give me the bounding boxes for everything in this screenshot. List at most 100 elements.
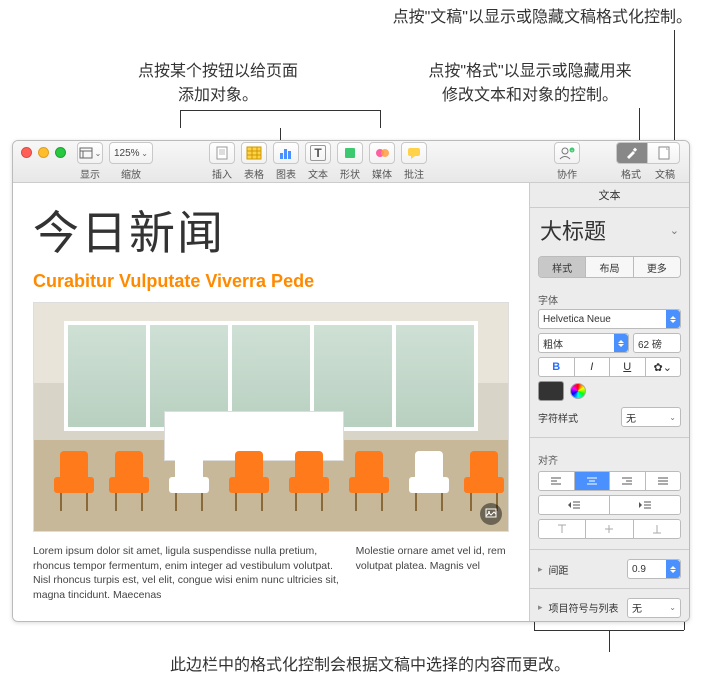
- text-color-swatch[interactable]: [538, 381, 564, 401]
- comment-label: 批注: [404, 166, 424, 181]
- shape-button[interactable]: [337, 142, 363, 164]
- bullets-row[interactable]: ▸ 项目符号与列表 无 ⌄: [530, 595, 689, 621]
- text-button[interactable]: T: [305, 142, 331, 164]
- image-chair: [229, 456, 269, 511]
- table-icon: [246, 146, 262, 160]
- maximize-button[interactable]: [55, 147, 66, 158]
- minimize-button[interactable]: [38, 147, 49, 158]
- valign-bot-icon: [652, 524, 662, 534]
- font-family-select[interactable]: Helvetica Neue: [538, 309, 681, 329]
- document-canvas[interactable]: 今日新闻 Curabitur Vulputate Viverra Pede: [13, 183, 529, 621]
- outdent-icon: [567, 500, 581, 510]
- paragraph-style-selector[interactable]: 大标题 ⌄: [530, 208, 689, 250]
- doc-body[interactable]: Lorem ipsum dolor sit amet, ligula suspe…: [33, 544, 509, 603]
- spacing-field[interactable]: 0.9: [627, 559, 681, 579]
- gear-icon: ✿⌄: [654, 361, 672, 374]
- collab-button[interactable]: +: [554, 142, 580, 164]
- indent-seg: [538, 495, 681, 515]
- zoom-label: 缩放: [121, 166, 141, 181]
- align-left-button[interactable]: [539, 472, 574, 490]
- doc-image[interactable]: [33, 302, 509, 532]
- align-justify-button[interactable]: [645, 472, 681, 490]
- align-right-button[interactable]: [609, 472, 645, 490]
- media-button[interactable]: [369, 142, 395, 164]
- align-right-icon: [621, 476, 633, 486]
- font-weight-select[interactable]: 粗体: [538, 333, 629, 353]
- doc-subtitle[interactable]: Curabitur Vulputate Viverra Pede: [33, 271, 509, 292]
- seg-layout[interactable]: 布局: [585, 257, 632, 277]
- table-group: 表格: [238, 141, 270, 182]
- seg-style[interactable]: 样式: [539, 257, 585, 277]
- body-col-main: Lorem ipsum dolor sit amet, ligula suspe…: [33, 544, 340, 603]
- doc-title[interactable]: 今日新闻: [33, 197, 509, 263]
- callout-bracket: [180, 110, 380, 111]
- insert-button[interactable]: [209, 142, 235, 164]
- collab-icon: +: [558, 146, 576, 160]
- valign-bottom-button[interactable]: [633, 520, 680, 538]
- text-icon: T: [310, 145, 325, 161]
- format-doc-segment: [616, 142, 680, 164]
- text-group: T 文本: [302, 141, 334, 182]
- text-label: 文本: [308, 166, 328, 181]
- stepper-icon: [614, 334, 628, 352]
- image-placeholder-badge[interactable]: [480, 503, 502, 525]
- callout-line: [609, 630, 610, 652]
- callout-insert: 点按某个按钮以给页面 添加对象。: [108, 60, 328, 108]
- align-center-button[interactable]: [574, 472, 610, 490]
- spacing-row[interactable]: ▸ 间距 0.9: [530, 556, 689, 582]
- char-style-value: 无: [626, 410, 636, 425]
- spacing-label: 间距: [549, 562, 621, 577]
- comment-button[interactable]: [401, 142, 427, 164]
- indent-icon: [638, 500, 652, 510]
- shape-label: 形状: [340, 166, 360, 181]
- valign-top-button[interactable]: [539, 520, 585, 538]
- titlebar: ⌄ 显示 125% ⌄ 缩放 插入 表格: [13, 141, 689, 183]
- disclosure-triangle-icon: ▸: [538, 564, 543, 575]
- font-family-value: Helvetica Neue: [543, 314, 611, 325]
- font-label: 字体: [538, 292, 681, 307]
- chart-group: 图表: [270, 141, 302, 182]
- view-button[interactable]: ⌄: [77, 142, 103, 164]
- v-align-seg: [538, 519, 681, 539]
- image-chair: [109, 456, 149, 511]
- underline-button[interactable]: U: [610, 357, 646, 377]
- align-justify-icon: [657, 476, 669, 486]
- valign-middle-button[interactable]: [585, 520, 632, 538]
- image-chair: [349, 456, 389, 511]
- document-button[interactable]: [648, 142, 680, 164]
- media-label: 媒体: [372, 166, 392, 181]
- callout-line: [639, 108, 640, 144]
- close-button[interactable]: [21, 147, 32, 158]
- collab-group: + 协作: [551, 141, 583, 182]
- italic-button[interactable]: I: [575, 357, 611, 377]
- callout-text: 点按某个按钮以给页面: [108, 60, 328, 84]
- valign-mid-icon: [604, 524, 614, 534]
- table-button[interactable]: [241, 142, 267, 164]
- outdent-button[interactable]: [539, 496, 609, 514]
- text-effects-button[interactable]: ✿⌄: [646, 357, 682, 377]
- stepper-icon: [666, 310, 680, 328]
- chart-button[interactable]: [273, 142, 299, 164]
- image-chair: [464, 456, 504, 511]
- indent-button[interactable]: [609, 496, 680, 514]
- zoom-button[interactable]: 125% ⌄: [109, 142, 153, 164]
- bullets-value: 无: [632, 600, 642, 615]
- bold-button[interactable]: B: [538, 357, 575, 377]
- font-size-field[interactable]: 62 磅: [633, 333, 681, 353]
- bullets-select[interactable]: 无 ⌄: [627, 598, 681, 618]
- paragraph-style-name: 大标题: [540, 214, 606, 246]
- format-button[interactable]: [616, 142, 648, 164]
- char-style-select[interactable]: 无 ⌄: [621, 407, 681, 427]
- text-style-row: B I U ✿⌄: [538, 357, 681, 377]
- document-label: 文稿: [655, 166, 675, 181]
- color-picker-button[interactable]: [570, 383, 586, 399]
- valign-top-icon: [557, 524, 567, 534]
- view-label: 显示: [80, 166, 100, 181]
- zoom-value: 125%: [114, 148, 140, 159]
- seg-more[interactable]: 更多: [633, 257, 680, 277]
- window-controls: [13, 141, 74, 182]
- chevron-down-icon: ⌄: [95, 149, 102, 158]
- inspector-tab-text[interactable]: 文本: [530, 183, 689, 208]
- shape-icon: [343, 146, 357, 160]
- image-chair: [409, 456, 449, 511]
